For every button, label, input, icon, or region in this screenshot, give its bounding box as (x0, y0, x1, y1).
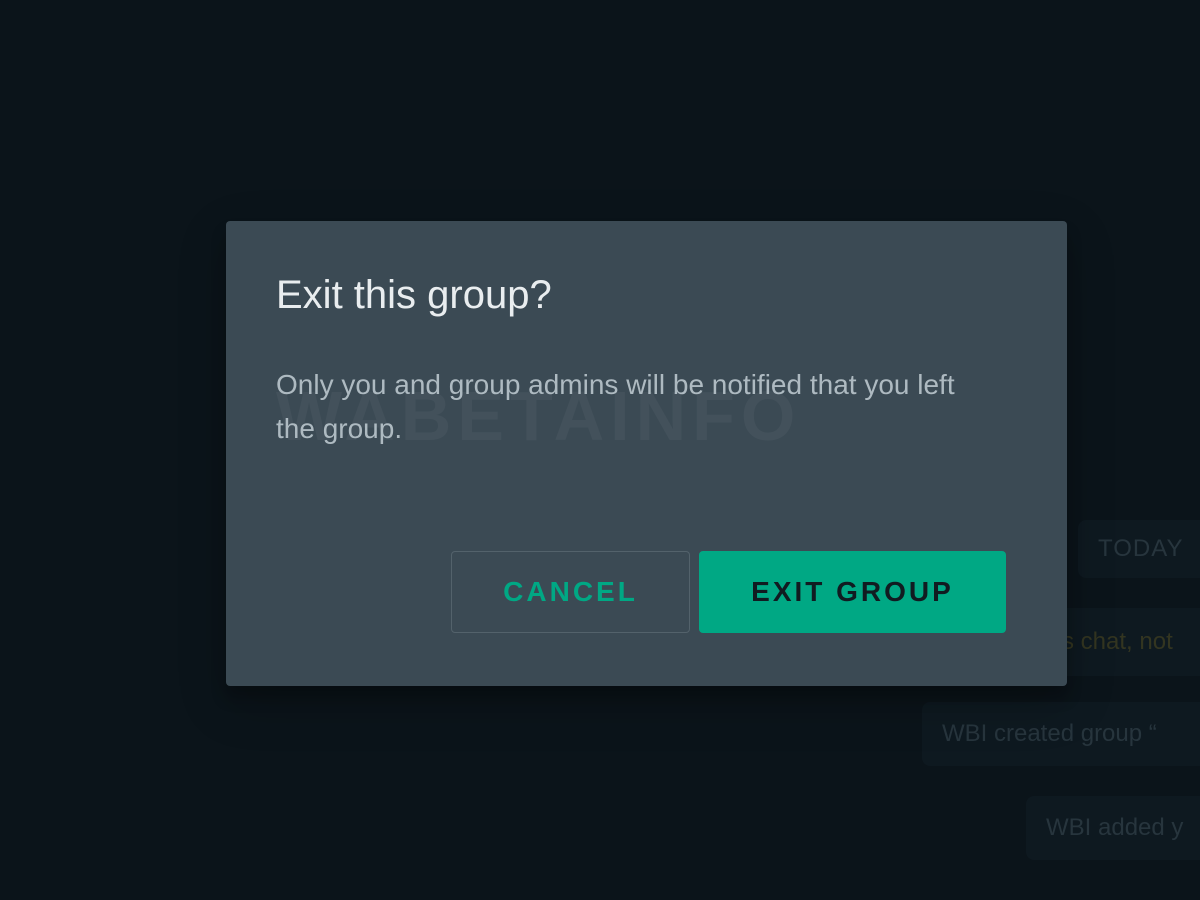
app-window: TODAY s chat, not WBI created group “ WB… (0, 0, 1200, 900)
cancel-button[interactable]: CANCEL (451, 551, 690, 633)
exit-group-dialog: Exit this group? WABETAINFO Only you and… (226, 221, 1067, 686)
dialog-title: Exit this group? (276, 273, 552, 317)
dialog-actions: CANCEL EXIT GROUP (451, 551, 1006, 633)
dialog-message: Only you and group admins will be notifi… (276, 369, 955, 444)
exit-group-button[interactable]: EXIT GROUP (699, 551, 1006, 633)
